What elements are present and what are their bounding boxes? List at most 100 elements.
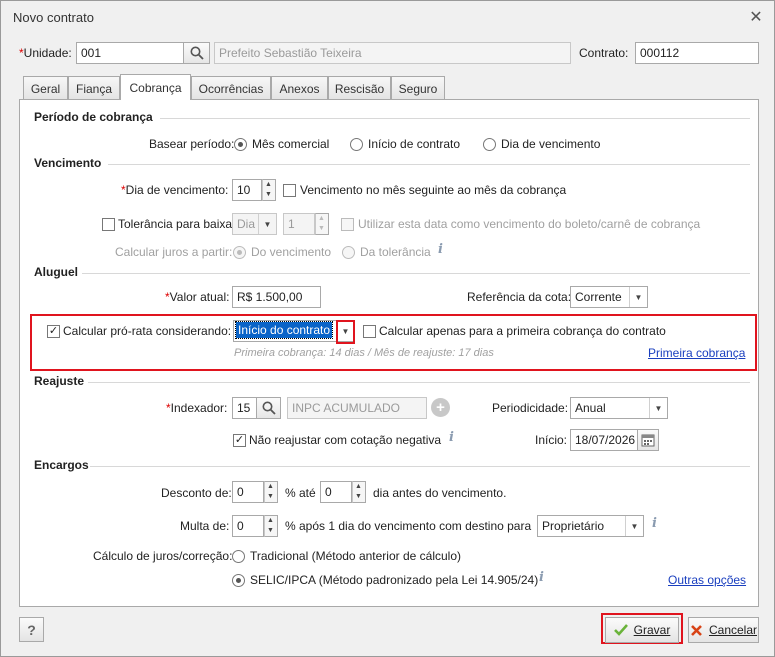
dia-vencimento-stepper[interactable] <box>262 179 276 201</box>
gravar-label: Gravar <box>633 623 671 637</box>
ate-input[interactable]: 0 <box>320 481 352 503</box>
tab-cobranca[interactable]: Cobrança <box>120 74 191 100</box>
calculo-juros-label: Cálculo de juros/correção: <box>93 549 233 563</box>
radio-inicio-contrato[interactable] <box>350 138 363 151</box>
tolerancia-value-input: 1 <box>283 213 315 235</box>
desconto-label: Desconto de: <box>161 486 232 500</box>
dia-antes-label: dia antes do vencimento. <box>373 486 507 500</box>
info-icon[interactable]: i <box>539 570 544 585</box>
cancelar-button[interactable]: Cancelar <box>688 617 759 643</box>
divider <box>90 466 750 467</box>
vencimento-section-title: Vencimento <box>34 156 102 170</box>
contrato-input[interactable]: 000112 <box>635 42 759 64</box>
radio-da-tolerancia-label: Da tolerância <box>360 245 431 259</box>
calendar-icon <box>641 434 655 447</box>
radio-mes-comercial[interactable] <box>234 138 247 151</box>
radio-tradicional[interactable] <box>232 550 245 563</box>
calcular-juros-label: Calcular juros a partir: <box>115 245 233 259</box>
aluguel-section-title: Aluguel <box>34 265 78 279</box>
multa-input[interactable]: 0 <box>232 515 264 537</box>
indexador-label: *Indexador: <box>166 401 228 415</box>
radio-da-tolerancia <box>342 246 355 259</box>
periodo-section-title: Período de cobrança <box>34 110 153 124</box>
ate-label: % até <box>285 486 316 500</box>
valor-atual-input[interactable]: R$ 1.500,00 <box>232 286 321 308</box>
primeira-cobranca-link[interactable]: Primeira cobrança <box>648 346 745 360</box>
outras-opcoes-link[interactable]: Outras opções <box>668 573 746 587</box>
desconto-input[interactable]: 0 <box>232 481 264 503</box>
checkbox-tolerancia[interactable] <box>102 218 115 231</box>
desconto-stepper[interactable] <box>264 481 278 503</box>
tolerancia-label: Tolerância para baixa: <box>118 217 236 231</box>
divider <box>108 164 750 165</box>
divider <box>160 118 750 119</box>
gravar-button[interactable]: Gravar <box>605 617 679 643</box>
indexador-input[interactable]: 15 <box>232 397 257 419</box>
checkbox-utilizar-data <box>341 218 354 231</box>
referencia-cota-select[interactable]: Corrente ▼ <box>570 286 648 308</box>
encargos-section-title: Encargos <box>34 458 89 472</box>
multa-label: Multa de: <box>180 519 230 533</box>
destino-select[interactable]: Proprietário ▼ <box>537 515 644 537</box>
indexador-search-button[interactable] <box>256 397 281 419</box>
tolerancia-stepper <box>315 213 329 235</box>
tab-ocorrencias[interactable]: Ocorrências <box>191 76 271 100</box>
tolerancia-type-select: Dia ▼ <box>232 213 277 235</box>
close-icon <box>691 624 702 636</box>
search-icon <box>262 401 276 415</box>
checkmark-icon <box>613 624 628 636</box>
close-icon[interactable]: ✕ <box>747 7 765 27</box>
ate-stepper[interactable] <box>352 481 366 503</box>
basear-periodo-label: Basear período: <box>149 137 235 151</box>
unidade-input[interactable]: 001 <box>76 42 184 64</box>
chevron-down-icon: ▼ <box>625 516 643 536</box>
dia-vencimento-input[interactable]: 10 <box>232 179 262 201</box>
window-title: Novo contrato <box>13 10 94 25</box>
divider <box>82 273 750 274</box>
unidade-search-button[interactable] <box>183 42 210 64</box>
checkbox-mes-seguinte[interactable] <box>283 184 296 197</box>
inicio-date-input[interactable]: 18/07/2026 <box>570 429 638 451</box>
periodicidade-select[interactable]: Anual ▼ <box>570 397 668 419</box>
tab-anexos[interactable]: Anexos <box>271 76 328 100</box>
radio-dia-vencimento[interactable] <box>483 138 496 151</box>
checkbox-nao-reajustar[interactable]: ✓ <box>233 434 246 447</box>
chevron-down-icon: ▼ <box>649 398 667 418</box>
indexador-name-field: INPC ACUMULADO <box>287 397 427 419</box>
radio-tradicional-label: Tradicional (Método anterior de cálculo) <box>250 549 461 563</box>
reajuste-section-title: Reajuste <box>34 374 85 388</box>
tab-fianca[interactable]: Fiança <box>68 76 120 100</box>
unidade-label: *Unidade: <box>19 46 72 60</box>
radio-selic-ipca-label: SELIC/IPCA (Método padronizado pela Lei … <box>250 573 539 587</box>
checkbox-prorata[interactable]: ✓ <box>47 325 60 338</box>
info-icon[interactable]: i <box>438 242 443 257</box>
tab-seguro[interactable]: Seguro <box>391 76 445 100</box>
radio-do-vencimento-label: Do vencimento <box>251 245 332 259</box>
radio-do-vencimento <box>233 246 246 259</box>
radio-selic-ipca[interactable] <box>232 574 245 587</box>
search-icon <box>190 46 204 60</box>
help-button[interactable]: ? <box>19 617 44 642</box>
nao-reajustar-label: Não reajustar com cotação negativa <box>249 433 442 447</box>
title-bar: Novo contrato ✕ <box>1 1 774 33</box>
info-icon[interactable]: i <box>449 430 454 445</box>
periodicidade-label: Periodicidade: <box>492 401 569 415</box>
divider <box>88 382 750 383</box>
prorata-select-value: Início do contrato <box>234 321 334 339</box>
multa-apos-label: % após 1 dia do vencimento com destino p… <box>285 519 532 533</box>
tab-geral[interactable]: Geral <box>23 76 68 100</box>
tab-rescisao[interactable]: Rescisão <box>328 76 391 100</box>
contract-dialog: Novo contrato ✕ *Unidade: 001 Prefeito S… <box>0 0 775 657</box>
prorata-dropdown-highlight <box>336 320 355 344</box>
valor-atual-label: *Valor atual: <box>165 290 230 304</box>
checkbox-mes-seguinte-label: Vencimento no mês seguinte ao mês da cob… <box>300 183 567 197</box>
chevron-down-icon: ▼ <box>258 214 276 234</box>
cancelar-label: Cancelar <box>708 623 758 637</box>
multa-stepper[interactable] <box>264 515 278 537</box>
calendar-button[interactable] <box>637 429 659 451</box>
inicio-label: Início: <box>535 433 568 447</box>
add-circle-icon: + <box>431 398 450 417</box>
checkbox-apenas-primeira[interactable] <box>363 325 376 338</box>
cobranca-panel: Período de cobrança Basear período: Mês … <box>19 99 759 607</box>
info-icon[interactable]: i <box>652 516 657 531</box>
